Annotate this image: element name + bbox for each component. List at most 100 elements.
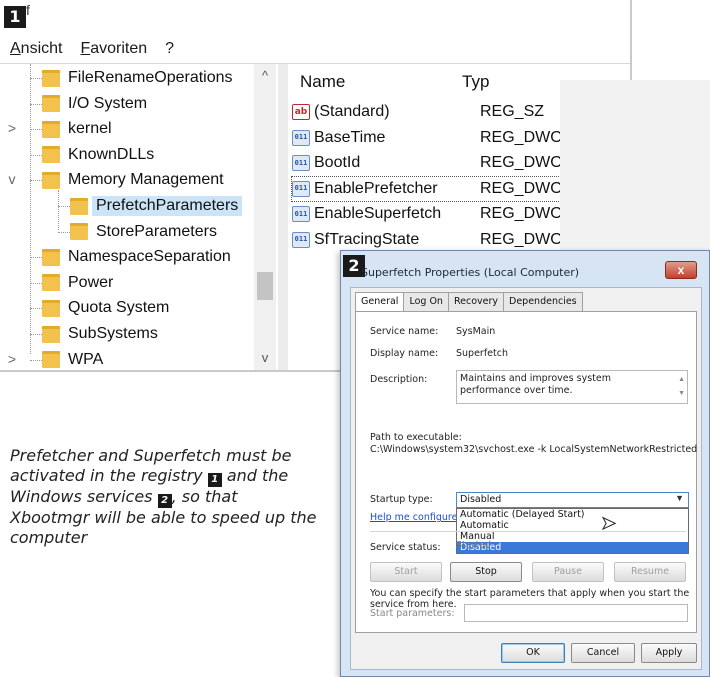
column-header-name[interactable]: Name	[300, 72, 345, 92]
chevron-down-icon[interactable]: ▼	[675, 493, 684, 503]
startup-type-value: Disabled	[460, 494, 502, 505]
scroll-thumb[interactable]	[257, 272, 273, 300]
tree-item-label: kernel	[68, 120, 112, 138]
tree-item-filerenameoperations[interactable]: FileRenameOperations	[42, 66, 233, 90]
tree-item-prefetchparameters[interactable]: PrefetchParameters	[70, 194, 243, 218]
close-button[interactable]: x	[665, 261, 697, 279]
tab-dependencies[interactable]: Dependencies	[503, 292, 583, 312]
title-bar: 1 f	[0, 0, 630, 34]
folder-icon	[42, 120, 60, 138]
tree-connector	[30, 103, 42, 105]
tree-item-label: Memory Management	[68, 171, 224, 189]
tree-connector	[30, 154, 42, 156]
general-panel: Service name: SysMain Display name: Supe…	[355, 311, 697, 633]
tree-item-knowndlls[interactable]: KnownDLLs	[42, 143, 154, 167]
value-type: REG_SZ	[480, 103, 545, 120]
folder-icon	[70, 197, 88, 215]
tree-item-storeparameters[interactable]: StoreParameters	[70, 220, 217, 244]
menu-ansicht[interactable]: Ansicht	[10, 40, 62, 58]
description-box[interactable]: Maintains and improves system performanc…	[456, 370, 688, 404]
tree-connector	[30, 334, 42, 335]
figure-caption: Prefetcher and Superfetch must be activa…	[10, 446, 320, 548]
startup-type-label: Startup type:	[370, 494, 433, 505]
tab-strip: General Log On Recovery Dependencies	[355, 292, 583, 313]
tree-item-label: FileRenameOperations	[68, 69, 233, 86]
apply-button[interactable]: Apply	[641, 643, 697, 663]
window-title-fragment: f	[26, 2, 30, 18]
tree-item-quota-system[interactable]: Quota System	[42, 296, 169, 320]
tree-item-label: StoreParameters	[96, 222, 217, 240]
mouse-pointer-icon: ➤	[600, 513, 617, 533]
tree-item-memory-management[interactable]: Memory Management	[42, 168, 224, 192]
service-properties-dialog: 2 Superfetch Properties (Local Computer)…	[340, 250, 710, 677]
start-params-input[interactable]	[464, 604, 688, 622]
stop-button[interactable]: Stop	[450, 562, 522, 582]
folder-icon	[42, 299, 60, 317]
menu-favoriten[interactable]: Favoriten	[80, 40, 147, 58]
tree-item-i-o-system[interactable]: I/O System	[42, 92, 147, 116]
tree-connector	[30, 257, 42, 259]
value-name: EnablePrefetcher	[314, 179, 438, 197]
value-name: BootId	[314, 154, 361, 171]
tree-scrollbar[interactable]: ^ v	[254, 64, 276, 370]
help-configure-link[interactable]: Help me configure s	[370, 512, 465, 523]
column-header-type[interactable]: Typ	[462, 72, 489, 92]
value-name: BaseTime	[314, 128, 386, 146]
scroll-up-icon[interactable]: ^	[254, 68, 276, 88]
option-manual[interactable]: Manual	[457, 531, 688, 542]
description-scroll-icon[interactable]: ▲ ▼	[678, 373, 685, 401]
tree-item-label: Power	[68, 273, 114, 291]
collapsed-chevron-icon[interactable]: >	[6, 120, 18, 136]
pane-divider[interactable]	[278, 64, 288, 370]
start-params-label: Start parameters:	[370, 608, 455, 619]
tree-connector	[58, 231, 70, 233]
tree-connector	[58, 206, 70, 207]
tree-item-label: PrefetchParameters	[92, 196, 243, 216]
tab-log-on[interactable]: Log On	[403, 292, 449, 312]
folder-icon	[70, 223, 88, 241]
option-disabled[interactable]: Disabled	[457, 542, 688, 553]
tree-item-namespaceseparation[interactable]: NamespaceSeparation	[42, 245, 231, 269]
folder-icon	[42, 95, 60, 113]
value-name: EnableSuperfetch	[314, 205, 442, 222]
display-name-label: Display name:	[370, 348, 439, 359]
service-name-label: Service name:	[370, 326, 439, 337]
expanded-chevron-icon[interactable]: v	[6, 171, 18, 187]
tree-item-wpa[interactable]: WPA	[42, 348, 104, 370]
dialog-title: Superfetch Properties (Local Computer)	[361, 266, 580, 279]
tab-general[interactable]: General	[355, 292, 405, 313]
tree-connector	[30, 78, 42, 79]
tree-connector	[30, 180, 42, 182]
startup-type-select[interactable]: Disabled ▼	[456, 492, 689, 508]
option-automatic[interactable]: Automatic	[457, 520, 688, 531]
pause-button[interactable]: Pause	[532, 562, 604, 582]
tree-item-power[interactable]: Power	[42, 271, 113, 295]
option-automatic-delayed[interactable]: Automatic (Delayed Start)	[457, 509, 688, 520]
tree-guide-line	[30, 64, 31, 354]
path-value: C:\Windows\system32\svchost.exe -k Local…	[370, 444, 698, 455]
folder-icon	[42, 248, 60, 266]
menu-help[interactable]: ?	[165, 40, 174, 58]
tree-item-subsystems[interactable]: SubSystems	[42, 322, 158, 346]
ok-button[interactable]: OK	[501, 643, 565, 663]
tree-item-kernel[interactable]: kernel	[42, 117, 112, 141]
tree-item-label: NamespaceSeparation	[68, 248, 231, 266]
caption-badge-2: 2	[157, 494, 172, 508]
tree-item-label: WPA	[68, 350, 104, 368]
binary-value-icon: 011	[292, 206, 310, 222]
description-label: Description:	[370, 374, 428, 385]
backdrop-panel	[560, 80, 710, 260]
scroll-down-icon[interactable]: v	[254, 350, 276, 370]
binary-value-icon: 011	[292, 155, 310, 171]
binary-value-icon: 011	[292, 180, 310, 197]
cancel-button[interactable]: Cancel	[571, 643, 635, 663]
tab-recovery[interactable]: Recovery	[447, 292, 505, 312]
separator	[370, 531, 686, 532]
resume-button[interactable]: Resume	[614, 562, 686, 582]
collapsed-chevron-icon[interactable]: >	[6, 351, 18, 367]
tree-item-label: Quota System	[68, 299, 170, 317]
service-name-value: SysMain	[456, 326, 496, 337]
binary-value-icon: 011	[292, 231, 310, 248]
start-button[interactable]: Start	[370, 562, 442, 582]
tree-child-guide-line	[58, 190, 59, 231]
